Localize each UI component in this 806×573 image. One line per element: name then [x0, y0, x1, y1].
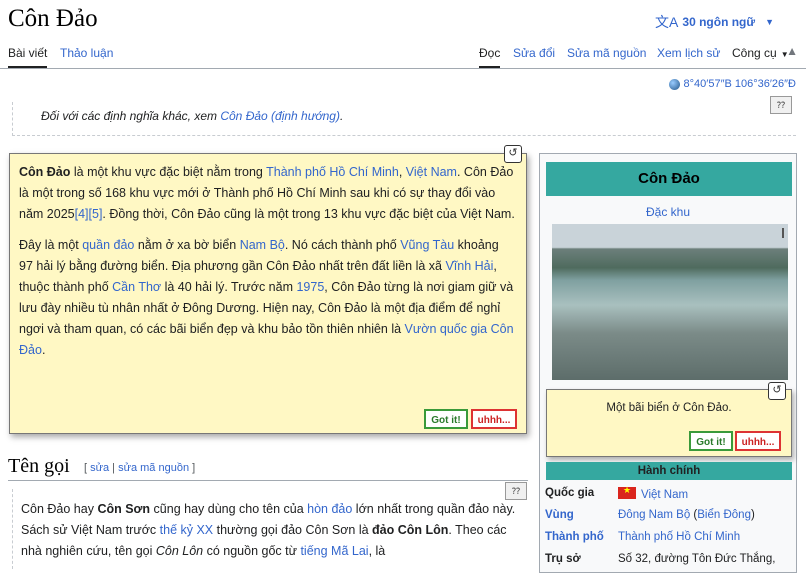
page-tabs: Bài viết Thảo luận Đọc Sửa đổi Sửa mã ng…: [0, 40, 806, 69]
undo-icon[interactable]: ↺: [504, 145, 522, 163]
undo-icon[interactable]: ↺: [768, 382, 786, 400]
link-east-sea[interactable]: Biển Đông: [697, 509, 751, 521]
section-text: cũng hay dùng cho tên của: [150, 502, 308, 516]
uhhh-button[interactable]: uhhh...: [471, 409, 517, 429]
got-it-button[interactable]: Got it!: [424, 409, 468, 429]
row-value: Đông Nam Bộ (Biển Đông): [618, 509, 755, 521]
reference-4[interactable]: [4]: [75, 207, 89, 221]
section-text: , là: [368, 544, 386, 558]
infobox-title: Côn Đảo: [546, 162, 792, 196]
hatnote-link[interactable]: Côn Đảo (định hướng): [220, 109, 340, 123]
row-key[interactable]: Vùng: [545, 509, 574, 521]
lead-text: .: [41, 343, 46, 357]
page-title: Côn Đảo: [8, 5, 98, 32]
link-20th-century[interactable]: thế kỷ XX: [160, 523, 214, 537]
link-can-tho[interactable]: Cần Thơ: [112, 280, 161, 294]
link-nam-bo[interactable]: Nam Bộ: [240, 238, 285, 252]
row-value: Việt Nam: [618, 485, 688, 501]
link-island[interactable]: hòn đảo: [307, 502, 352, 516]
link-vung-tau[interactable]: Vũng Tàu: [400, 238, 454, 252]
divider: [8, 480, 528, 481]
section-text: Côn Đảo hay: [21, 502, 98, 516]
link-archipelago[interactable]: quần đảo: [82, 238, 134, 252]
uhhh-button[interactable]: uhhh...: [735, 431, 781, 451]
row-key: Trụ sở: [545, 553, 581, 565]
language-count: 30 ngôn ngữ: [682, 15, 756, 29]
link-vietnam[interactable]: Việt Nam: [406, 165, 457, 179]
lead-paragraph-1: Côn Đảo là một khu vực đặc biệt nằm tron…: [19, 162, 516, 225]
row-key: Quốc gia: [545, 487, 595, 499]
tab-history[interactable]: Xem lịch sử: [657, 46, 720, 60]
row-value: Số 32, đường Tôn Đức Thắng,: [618, 553, 776, 565]
section-text: có nguồn gốc từ: [203, 544, 301, 558]
caption-text: Một bãi biển ở Côn Đảo.: [606, 402, 732, 414]
infobox-subtitle[interactable]: Đặc khu: [540, 205, 796, 219]
link-hcmc[interactable]: Thành phố Hồ Chí Minh: [618, 531, 740, 543]
link-1975[interactable]: 1975: [296, 280, 324, 294]
section-italic: Côn Lôn: [155, 544, 204, 558]
tools-label: Công cụ: [732, 46, 777, 60]
link-vinh-hai[interactable]: Vĩnh Hải: [445, 259, 493, 273]
link-ho-chi-minh-city[interactable]: Thành phố Hồ Chí Minh: [266, 165, 399, 179]
hatnote-text: Đối với các định nghĩa khác, xem: [41, 109, 221, 123]
language-button[interactable]: 文A 30 ngôn ngữ ▼: [655, 12, 774, 32]
lead-text: ,: [398, 165, 406, 179]
section-edit-links: [ sửa | sửa mã nguồn ]: [84, 462, 195, 474]
link-southeast[interactable]: Đông Nam Bộ: [618, 509, 690, 521]
tab-read[interactable]: Đọc: [479, 46, 501, 68]
coordinates-text: 8°40′57″B 106°36′26″Đ: [683, 78, 796, 90]
tab-edit[interactable]: Sửa đổi: [513, 46, 555, 60]
lead-paragraph-2: Đây là một quần đảo nằm ở xa bờ biển Nam…: [19, 235, 516, 361]
tab-article[interactable]: Bài viết: [8, 46, 48, 68]
infobox: Côn Đảo Đặc khu Một bãi biển ở Côn Đảo. …: [539, 153, 797, 573]
lead-text: là một khu vực đặc biệt nằm trong: [70, 165, 267, 179]
tools-menu[interactable]: Công cụ ▼: [732, 46, 789, 60]
bracket: ]: [189, 462, 196, 474]
lead-text: là 40 hải lý. Trước năm: [161, 280, 297, 294]
link-malay-language[interactable]: tiếng Mã Lai: [300, 544, 368, 558]
reference-5[interactable]: [5]: [89, 207, 103, 221]
section-text: thường gọi đảo Côn Sơn là: [213, 523, 373, 537]
lead-text: . Đồng thời, Côn Đảo cũng là một trong 1…: [102, 207, 515, 221]
lead-text: . Nó cách thành phố: [284, 238, 401, 252]
lead-bold-title: Côn Đảo: [19, 165, 71, 179]
lead-section: Côn Đảo là một khu vực đặc biệt nằm tron…: [9, 153, 527, 434]
section-edit-link[interactable]: sửa: [90, 462, 109, 474]
image-detail: [782, 228, 784, 238]
help-icon[interactable]: ⁇: [770, 96, 792, 114]
hatnote: Đối với các định nghĩa khác, xem Côn Đảo…: [12, 102, 796, 136]
chevron-up-icon[interactable]: ▲: [786, 44, 798, 58]
flag-icon: [618, 485, 636, 499]
lead-text: nằm ở xa bờ biển: [134, 238, 240, 252]
row-key[interactable]: Thành phố: [545, 531, 604, 543]
got-it-button[interactable]: Got it!: [689, 431, 733, 451]
tab-edit-source[interactable]: Sửa mã nguồn: [567, 46, 646, 60]
chevron-down-icon: ▼: [765, 17, 774, 27]
section-bold: đảo Côn Lôn: [372, 523, 449, 537]
section-body: Côn Đảo hay Côn Sơn cũng hay dùng cho tê…: [12, 489, 530, 569]
globe-icon: [668, 78, 680, 90]
coordinates[interactable]: 8°40′57″B 106°36′26″Đ: [668, 78, 796, 90]
tab-talk[interactable]: Thảo luận: [60, 46, 113, 60]
section-edit-source-link[interactable]: sửa mã nguồn: [118, 462, 189, 474]
section-bold: Côn Sơn: [97, 502, 151, 516]
translate-icon: 文A: [655, 14, 679, 30]
beach-image[interactable]: [552, 224, 788, 380]
hatnote-end: .: [339, 109, 344, 123]
admin-header: Hành chính: [546, 462, 792, 480]
link-vietnam[interactable]: Việt Nam: [641, 489, 688, 501]
section-heading: Tên gọi: [8, 455, 70, 477]
lead-text: Đây là một: [19, 238, 83, 252]
separator: |: [109, 462, 119, 474]
